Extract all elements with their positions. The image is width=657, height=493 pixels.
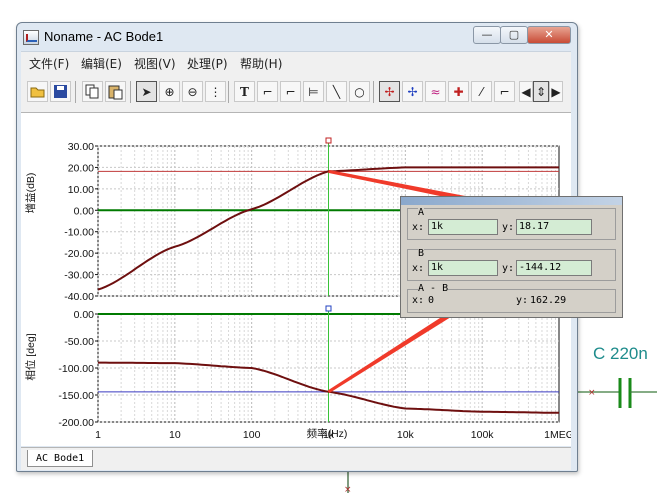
diff-x-prefix: x:: [412, 295, 425, 306]
a-x-value[interactable]: 1k: [428, 219, 498, 235]
b-x-value[interactable]: 1k: [428, 260, 498, 276]
cursor-a-label: A: [418, 207, 425, 218]
b-y-prefix: y:: [502, 263, 515, 274]
a-x-prefix: x:: [412, 222, 425, 233]
diff-group: A - B x: 0 y: 162.29: [407, 283, 616, 313]
dialog-title-bar[interactable]: [401, 197, 622, 205]
diff-y-prefix: y:: [516, 295, 529, 306]
diff-x-value: 0: [428, 295, 435, 306]
cursor-a-group: A x: 1k y: 18.17: [407, 207, 616, 240]
diff-label: A - B: [418, 283, 449, 294]
b-x-prefix: x:: [412, 263, 425, 274]
b-y-value[interactable]: -144.12: [516, 260, 592, 276]
a-y-prefix: y:: [502, 222, 515, 233]
cursor-b-group: B x: 1k y: -144.12: [407, 248, 616, 281]
a-y-value[interactable]: 18.17: [516, 219, 592, 235]
diff-y-value: 162.29: [530, 295, 567, 306]
cursor-readout-dialog: A x: 1k y: 18.17 B x: 1k y: -144.12 A - …: [400, 196, 623, 318]
cursor-b-label: B: [418, 248, 425, 259]
